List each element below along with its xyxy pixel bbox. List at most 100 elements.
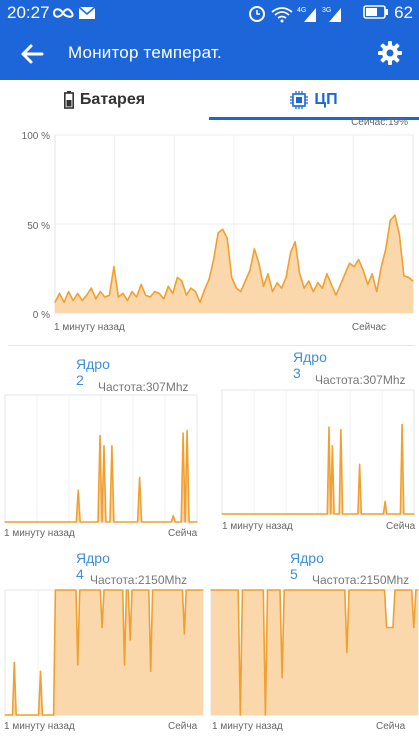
data-point xyxy=(54,589,57,591)
tab-battery-label: Батарея xyxy=(79,91,146,108)
data-point xyxy=(214,589,216,591)
data-point xyxy=(344,589,346,591)
data-point xyxy=(135,521,137,523)
data-point xyxy=(59,521,62,523)
data-point xyxy=(312,291,314,293)
data-point xyxy=(318,513,320,515)
data-point xyxy=(26,521,28,523)
data-point xyxy=(113,521,115,523)
data-point xyxy=(75,521,77,523)
data-point xyxy=(327,589,329,591)
data-point xyxy=(245,513,247,515)
tab-cpu[interactable]: ЦП xyxy=(209,80,419,120)
data-point xyxy=(292,513,294,515)
data-point xyxy=(110,589,113,591)
back-button[interactable] xyxy=(18,40,46,68)
core-frequency: Частота:2150Mhz xyxy=(90,573,188,587)
data-point xyxy=(111,445,113,447)
data-point xyxy=(296,513,298,515)
data-point xyxy=(273,589,275,591)
data-point xyxy=(63,521,65,523)
data-point xyxy=(354,589,356,591)
data-point xyxy=(308,280,310,282)
data-point xyxy=(40,521,42,523)
data-point xyxy=(131,589,133,591)
data-point xyxy=(298,589,300,591)
data-point xyxy=(90,287,92,289)
data-point xyxy=(188,521,190,523)
data-point xyxy=(266,589,269,591)
data-point xyxy=(407,276,410,278)
x-end-label: Сейчас xyxy=(352,322,386,333)
data-point xyxy=(290,251,292,254)
data-point xyxy=(64,589,66,591)
data-point xyxy=(120,589,122,591)
data-point xyxy=(21,714,23,716)
data-point xyxy=(241,513,243,515)
data-point xyxy=(314,589,317,591)
data-point xyxy=(317,589,319,591)
data-point xyxy=(220,589,223,591)
y-tick-label: 50 % xyxy=(27,221,50,232)
data-point xyxy=(377,513,379,515)
data-point xyxy=(154,291,156,293)
data-point xyxy=(139,477,141,479)
data-point xyxy=(355,513,357,515)
data-point xyxy=(330,513,332,515)
data-point xyxy=(240,291,242,293)
data-point xyxy=(302,589,304,591)
data-point xyxy=(401,424,403,426)
data-point xyxy=(398,513,400,515)
data-point xyxy=(283,589,285,591)
data-point xyxy=(172,292,174,294)
data-point xyxy=(15,714,17,716)
data-point xyxy=(373,589,375,591)
data-point xyxy=(123,664,126,666)
data-point xyxy=(91,521,93,523)
data-point xyxy=(152,589,154,591)
data-point xyxy=(131,521,133,523)
data-point xyxy=(238,513,240,515)
data-point xyxy=(309,513,311,515)
data-point xyxy=(227,589,229,591)
data-point xyxy=(382,513,384,515)
data-point xyxy=(340,429,342,431)
data-point xyxy=(36,714,38,716)
settings-button[interactable] xyxy=(377,40,403,66)
data-point xyxy=(138,589,141,591)
data-point xyxy=(331,589,333,591)
data-point xyxy=(185,294,187,296)
data-point xyxy=(39,670,42,672)
data-point xyxy=(32,714,34,716)
data-point xyxy=(406,589,409,591)
data-point xyxy=(23,714,25,716)
data-point xyxy=(97,589,99,591)
data-point xyxy=(291,513,293,515)
data-point xyxy=(258,589,260,591)
core-2-chart: 1 минуту назад Сейча xyxy=(4,394,198,539)
data-point xyxy=(217,232,219,234)
data-point xyxy=(248,513,250,515)
data-point xyxy=(176,276,178,278)
data-point xyxy=(123,521,125,523)
data-point xyxy=(285,276,287,278)
data-point xyxy=(65,521,67,523)
data-point xyxy=(348,513,350,515)
data-point xyxy=(337,589,340,591)
data-point xyxy=(406,513,408,515)
data-point xyxy=(275,513,277,515)
data-point xyxy=(226,513,228,515)
data-point xyxy=(86,589,88,591)
tab-battery[interactable]: Батарея xyxy=(0,80,209,120)
data-point xyxy=(193,589,195,591)
data-point xyxy=(365,513,367,515)
data-point xyxy=(287,513,289,515)
data-point xyxy=(99,435,101,437)
data-point xyxy=(392,626,394,629)
status-battery: 62 xyxy=(363,3,413,23)
data-point xyxy=(198,589,200,591)
data-point xyxy=(402,589,404,591)
data-point xyxy=(125,521,127,523)
data-point xyxy=(117,296,119,298)
data-point xyxy=(312,589,315,591)
